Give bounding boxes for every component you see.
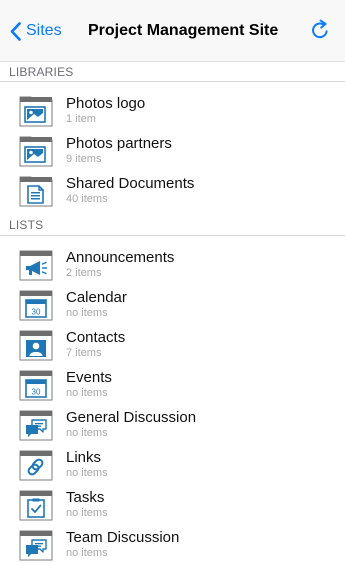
- calendar-icon: 30: [19, 289, 53, 321]
- library-item-title: Photos partners: [66, 135, 172, 152]
- list-item-title: Tasks: [66, 489, 105, 506]
- list-item-count: no items: [66, 547, 108, 559]
- list-item-title: Events: [66, 369, 112, 386]
- library-item-shared-documents[interactable]: Shared Documents 40 items: [0, 170, 345, 210]
- calendar-icon-text: 30: [32, 388, 41, 397]
- library-item-count: 40 items: [66, 193, 108, 205]
- list-item-count: no items: [66, 467, 108, 479]
- picture-library-icon: [19, 135, 53, 167]
- calendar-icon: 30: [19, 369, 53, 401]
- list-item-title: Announcements: [66, 249, 175, 266]
- navigation-bar: Sites Project Management Site: [0, 0, 345, 61]
- section-header-libraries: LIBRARIES: [0, 61, 345, 82]
- list-item-events[interactable]: 30 Events no items: [0, 364, 345, 404]
- list-item-general-discussion[interactable]: General Discussion no items: [0, 404, 345, 444]
- list-item-announcements[interactable]: Announcements 2 items: [0, 244, 345, 284]
- list-item-title: Calendar: [66, 289, 127, 306]
- library-item-photos-partners[interactable]: Photos partners 9 items: [0, 130, 345, 170]
- chevron-left-icon: [10, 21, 21, 41]
- back-button-label: Sites: [26, 22, 62, 39]
- discussion-icon: [19, 529, 53, 561]
- discussion-icon: [19, 409, 53, 441]
- calendar-icon-text: 30: [32, 308, 41, 317]
- contact-icon: [19, 329, 53, 361]
- library-item-title: Photos logo: [66, 95, 146, 112]
- list-item-count: no items: [66, 507, 108, 519]
- list-item-title: General Discussion: [66, 409, 197, 426]
- link-icon: [19, 449, 53, 481]
- library-item-title: Shared Documents: [66, 175, 195, 192]
- task-icon: [19, 489, 53, 521]
- refresh-button[interactable]: [308, 18, 332, 42]
- list-item-count: no items: [66, 387, 108, 399]
- refresh-icon: [312, 19, 328, 39]
- page-title: Project Management Site: [88, 22, 279, 39]
- list-item-links[interactable]: Links no items: [0, 444, 345, 484]
- section-header-lists: LISTS: [0, 215, 345, 236]
- picture-library-icon: [19, 95, 53, 127]
- list-item-count: no items: [66, 307, 108, 319]
- library-item-count: 1 item: [66, 113, 96, 125]
- list-item-title: Contacts: [66, 329, 126, 346]
- back-button[interactable]: Sites: [10, 20, 62, 42]
- list-item-calendar[interactable]: 30 Calendar no items: [0, 284, 345, 324]
- list-item-count: 2 items: [66, 267, 102, 279]
- list-item-count: 7 items: [66, 347, 102, 359]
- list-item-title: Links: [66, 449, 102, 466]
- library-item-count: 9 items: [66, 153, 102, 165]
- list-item-tasks[interactable]: Tasks no items: [0, 484, 345, 524]
- list-item-title: Team Discussion: [66, 529, 180, 546]
- document-library-icon: [19, 175, 53, 207]
- list-item-team-discussion[interactable]: Team Discussion no items: [0, 524, 345, 564]
- list-item-contacts[interactable]: Contacts 7 items: [0, 324, 345, 364]
- megaphone-icon: [19, 249, 53, 281]
- list-item-count: no items: [66, 427, 108, 439]
- library-item-photos-logo[interactable]: Photos logo 1 item: [0, 90, 345, 130]
